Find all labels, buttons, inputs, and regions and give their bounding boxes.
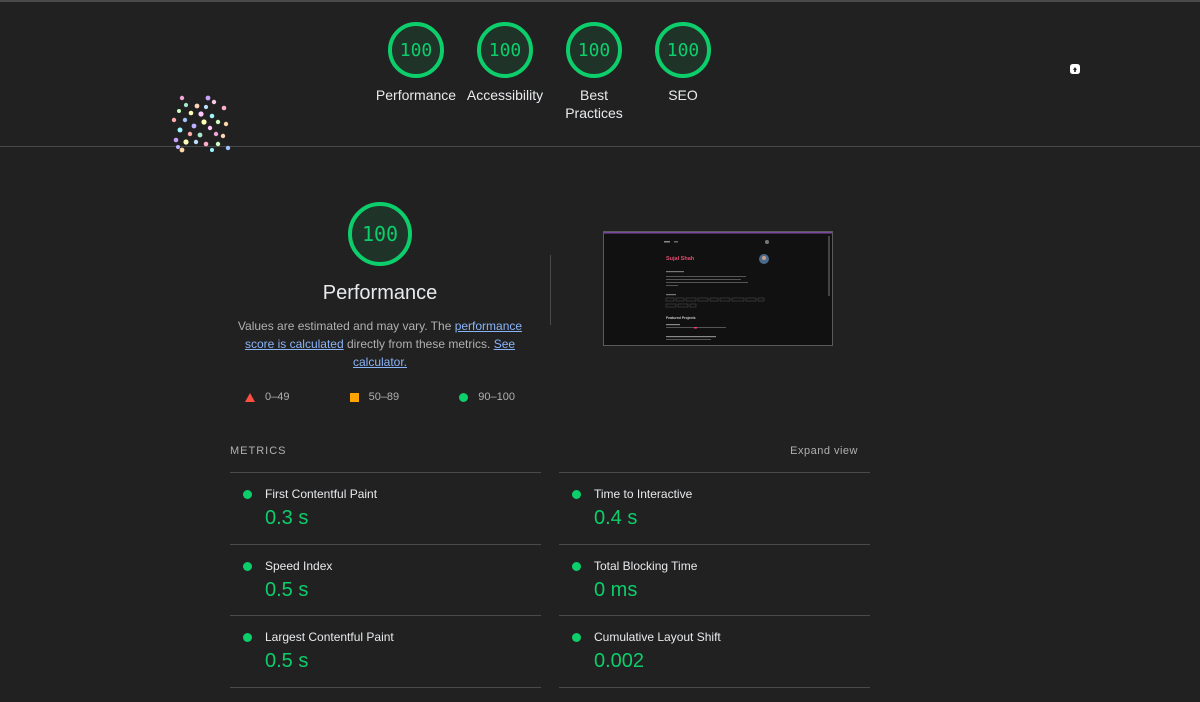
- sticky-header: 100 Performance 100 Accessibility 100 Be…: [0, 2, 1200, 153]
- performance-description: Values are estimated and may vary. The p…: [230, 317, 530, 371]
- score-legend: 0–49 50–89 90–100: [245, 391, 515, 403]
- gauge-score: 100: [489, 40, 522, 61]
- metric-name: First Contentful Paint: [265, 487, 378, 501]
- score-ring: 100: [655, 22, 711, 78]
- gauge-label: SEO: [668, 87, 698, 103]
- pass-dot-icon: [572, 562, 581, 571]
- metric-first-contentful-paint: First Contentful Paint 0.3 s: [230, 472, 541, 544]
- metrics-title: METRICS: [230, 445, 287, 457]
- category-gauges: 100 Performance 100 Accessibility 100 Be…: [0, 2, 1200, 146]
- gauge-seo[interactable]: 100 SEO: [628, 20, 738, 104]
- pass-dot-icon: [243, 490, 252, 499]
- metric-name: Speed Index: [265, 559, 333, 573]
- legend-average: 50–89: [349, 391, 400, 403]
- score-ring: 100: [566, 22, 622, 78]
- screenshot-section: Featured Projects: [666, 316, 696, 320]
- metrics-header: METRICS Expand view: [230, 445, 870, 461]
- metric-value: 0.5 s: [265, 650, 309, 672]
- vertical-divider: [550, 255, 551, 325]
- gauge-score: 100: [578, 40, 611, 61]
- final-screenshot[interactable]: Sujal Shah Featured Projects: [603, 231, 833, 346]
- desc-text: directly from these metrics.: [343, 337, 494, 351]
- tools-icon[interactable]: [1068, 62, 1082, 76]
- metric-cumulative-layout-shift: Cumulative Layout Shift 0.002: [559, 615, 870, 688]
- legend-pass: 90–100: [459, 391, 515, 403]
- performance-score: 100: [362, 222, 398, 246]
- performance-title: Performance: [322, 282, 438, 304]
- gauge-label: Best Practices: [565, 87, 623, 121]
- square-icon: [349, 392, 359, 402]
- legend-range: 0–49: [265, 391, 290, 403]
- expand-view-toggle[interactable]: Expand view: [790, 445, 858, 457]
- metric-name: Total Blocking Time: [594, 559, 698, 573]
- metric-name: Time to Interactive: [594, 487, 693, 501]
- legend-range: 50–89: [368, 391, 400, 403]
- pass-dot-icon: [243, 562, 252, 571]
- metric-name: Largest Contentful Paint: [265, 630, 394, 644]
- performance-summary: 100 Performance Values are estimated and…: [220, 200, 540, 403]
- score-ring: 100: [477, 22, 533, 78]
- metric-value: 0 ms: [594, 579, 638, 601]
- triangle-icon: [245, 392, 255, 402]
- pass-dot-icon: [572, 490, 581, 499]
- gauge-score: 100: [667, 40, 700, 61]
- desc-text: Values are estimated and may vary. The: [237, 319, 455, 333]
- metric-speed-index: Speed Index 0.5 s: [230, 544, 541, 616]
- circle-icon: [459, 392, 469, 402]
- metric-total-blocking-time: Total Blocking Time 0 ms: [559, 544, 870, 616]
- pass-dot-icon: [243, 633, 252, 642]
- metric-value: 0.002: [594, 650, 645, 672]
- screenshot-site-title: Sujal Shah: [666, 256, 695, 262]
- pass-dot-icon: [572, 633, 581, 642]
- metric-largest-contentful-paint: Largest Contentful Paint 0.5 s: [230, 615, 541, 688]
- gauge-score: 100: [400, 40, 433, 61]
- metric-value: 0.5 s: [265, 579, 309, 601]
- metric-value: 0.3 s: [265, 507, 309, 529]
- metric-name: Cumulative Layout Shift: [594, 630, 721, 644]
- score-ring: 100: [388, 22, 444, 78]
- metric-time-to-interactive: Time to Interactive 0.4 s: [559, 472, 870, 544]
- legend-fail: 0–49: [245, 391, 289, 403]
- screenshot-preview: Sujal Shah Featured Projects: [604, 232, 832, 345]
- legend-range: 90–100: [478, 391, 515, 403]
- performance-score-ring: 100: [348, 202, 412, 266]
- metric-value: 0.4 s: [594, 507, 638, 529]
